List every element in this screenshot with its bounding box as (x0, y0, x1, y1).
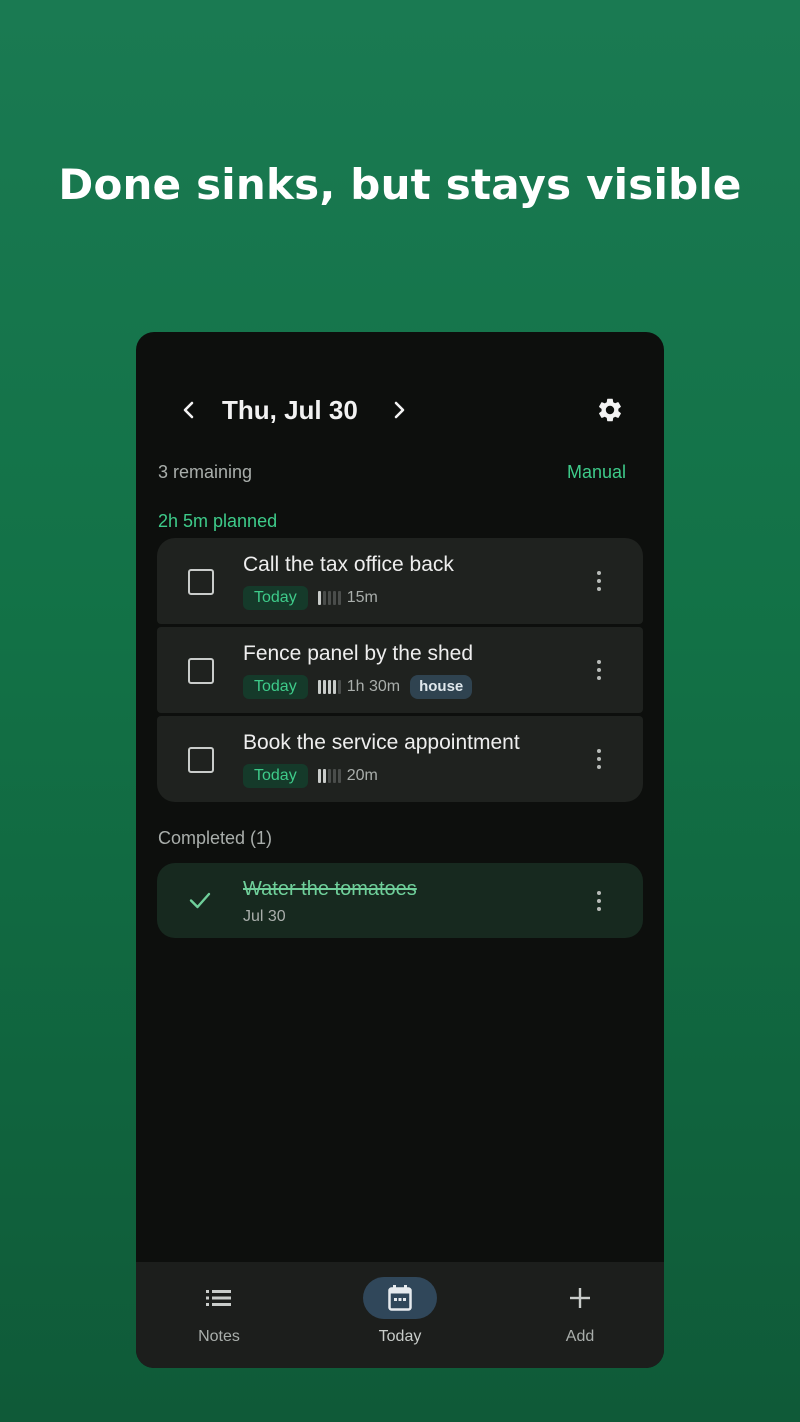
task-list: Call the tax office back Today 15m Fence… (157, 538, 643, 802)
next-day-button[interactable] (384, 392, 414, 428)
task-duration: 20m (346, 767, 378, 784)
task-meta: Today 15m (243, 586, 378, 610)
more-options-icon[interactable] (585, 567, 613, 595)
nav-label: Notes (198, 1328, 240, 1345)
planned-time: 2h 5m planned (158, 511, 278, 531)
nav-label: Add (565, 1328, 595, 1345)
effort-indicator: 20m (317, 767, 378, 785)
effort-bars-icon (317, 769, 341, 783)
completed-task-title: Water the tomatoes (243, 878, 417, 900)
task-duration: 15m (346, 589, 378, 606)
task-item[interactable]: Fence panel by the shed Today 1h 30m hou… (157, 627, 643, 713)
task-checkbox[interactable] (188, 747, 214, 773)
checkmark-icon[interactable] (187, 887, 213, 913)
tag-chip[interactable]: house (410, 675, 473, 699)
completed-section-header[interactable]: Completed (1) (158, 828, 272, 849)
effort-bars-icon (317, 591, 341, 605)
task-item[interactable]: Call the tax office back Today 15m (157, 538, 643, 624)
headline: Done sinks, but stays visible (58, 160, 742, 209)
more-options-icon[interactable] (585, 887, 613, 915)
date-header: Thu, Jul 30 (136, 392, 664, 428)
task-duration: 1h 30m (346, 678, 401, 695)
date-title[interactable]: Thu, Jul 30 (222, 392, 358, 428)
task-checkbox[interactable] (188, 569, 214, 595)
nav-today[interactable]: Today (325, 1262, 475, 1368)
nav-notes[interactable]: Notes (144, 1262, 294, 1368)
task-title: Fence panel by the shed (243, 642, 473, 665)
gear-icon (599, 398, 621, 422)
plus-icon (570, 1288, 590, 1308)
task-item[interactable]: Book the service appointment Today 20m (157, 716, 643, 802)
previous-day-button[interactable] (174, 392, 204, 428)
task-checkbox[interactable] (188, 658, 214, 684)
list-icon (206, 1290, 231, 1306)
effort-bars-icon (317, 680, 341, 694)
calendar-icon (388, 1285, 412, 1311)
sort-mode-button[interactable]: Manual (567, 462, 626, 483)
remaining-count: 3 remaining (158, 462, 253, 482)
more-options-icon[interactable] (585, 656, 613, 684)
task-title: Book the service appointment (243, 731, 520, 754)
today-chip: Today (243, 675, 308, 699)
today-chip: Today (243, 586, 308, 610)
effort-indicator: 1h 30m (317, 678, 401, 696)
app-screen: Thu, Jul 30 3 remaining Manual 2h 5m pla… (136, 332, 664, 1368)
nav-label: Today (378, 1328, 422, 1345)
more-options-icon[interactable] (585, 745, 613, 773)
chevron-left-icon (183, 401, 194, 419)
chevron-right-icon (394, 401, 405, 419)
task-title: Call the tax office back (243, 553, 454, 576)
completed-task-item[interactable]: Water the tomatoes Jul 30 (157, 863, 643, 938)
completed-task-date: Jul 30 (243, 908, 286, 925)
today-chip: Today (243, 764, 308, 788)
task-meta: Today 1h 30m house (243, 675, 473, 699)
nav-add[interactable]: Add (505, 1262, 655, 1368)
bottom-navigation: Notes Today Add (136, 1262, 664, 1368)
settings-button[interactable] (592, 392, 628, 428)
task-meta: Today 20m (243, 764, 378, 788)
effort-indicator: 15m (317, 589, 378, 607)
